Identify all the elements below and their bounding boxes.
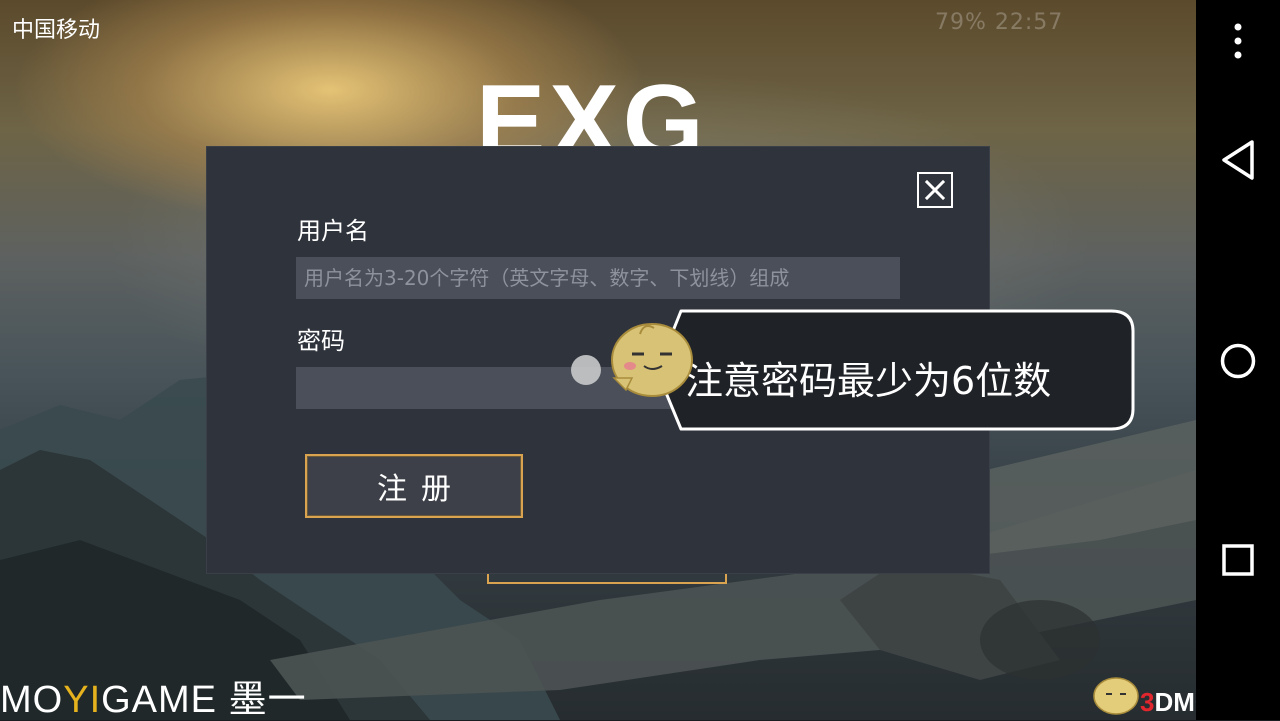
more-button[interactable]: [1196, 18, 1280, 64]
home-button[interactable]: [1196, 338, 1280, 384]
tooltip-text: 注意密码最少为6位数: [685, 359, 1052, 403]
watermark-mo: MO: [0, 679, 64, 721]
password-label: 密码: [297, 327, 345, 355]
status-battery-time: 79% 22:57: [935, 10, 1064, 35]
status-carrier: 中国移动: [12, 18, 101, 43]
recents-button[interactable]: [1196, 538, 1280, 582]
watermark-game: GAME 墨一: [101, 679, 307, 721]
close-icon: [924, 179, 946, 201]
mascot-icon: [571, 323, 693, 397]
home-icon: [1220, 343, 1256, 379]
back-button[interactable]: [1196, 135, 1280, 185]
watermark-yi: YI: [63, 679, 102, 721]
more-vert-icon: [1234, 23, 1242, 59]
watermark-3: 3: [1140, 687, 1155, 717]
navigation-bar: [1196, 0, 1280, 720]
register-button[interactable]: 注册: [305, 454, 523, 518]
close-button[interactable]: [917, 172, 953, 208]
username-input[interactable]: [296, 257, 900, 299]
moyigame-watermark: MOYIGAME 墨一: [0, 680, 307, 720]
back-icon: [1222, 140, 1254, 180]
recents-icon: [1222, 544, 1254, 576]
watermark-mascot-icon: [1093, 677, 1139, 715]
username-label: 用户名: [297, 217, 369, 245]
game-logo: EXG: [476, 70, 708, 148]
